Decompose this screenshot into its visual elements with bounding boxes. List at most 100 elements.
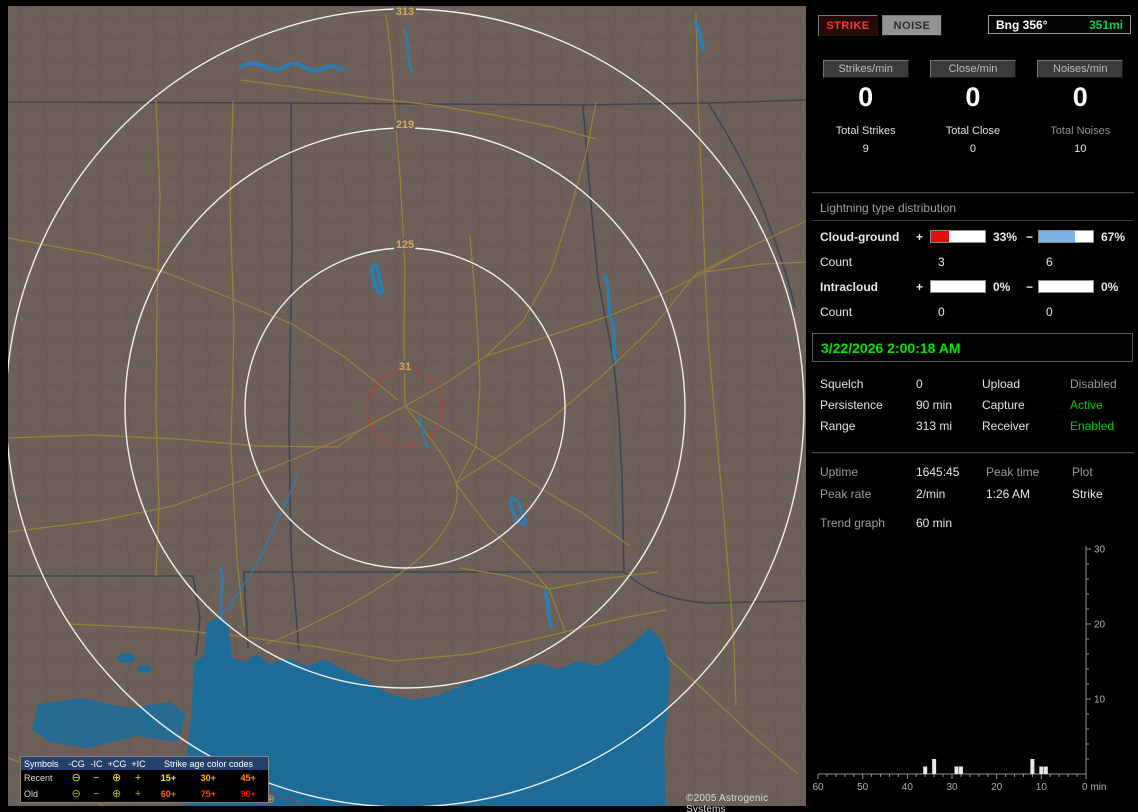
copyright-text: ©2005 Astrogenic Systems [686, 793, 769, 812]
distribution-title: Lightning type distribution [812, 201, 1134, 221]
receiver-label: Receiver [982, 418, 1030, 433]
strikes-column: Strikes/min 0 Total Strikes 9 [812, 60, 919, 155]
squelch-value: 0 [916, 376, 923, 391]
upload-label: Upload [982, 376, 1021, 391]
cloud-ground-label: Cloud-ground [820, 229, 900, 244]
persistence-value: 90 min [916, 397, 953, 412]
ic-minus-count: 0 [1046, 304, 1053, 319]
ring-label-125: 125 [396, 239, 414, 251]
trend-graph-label: Trend graph [820, 516, 885, 530]
lightning-map[interactable]: 313 219 125 31 ⊕ Symbols -CG -IC +CG +IC… [8, 6, 806, 812]
close-per-min-value: 0 [965, 82, 981, 112]
intracloud-label: Intracloud [820, 279, 879, 294]
legend-header: Symbols -CG -IC +CG +IC Strike age color… [21, 757, 268, 770]
nexstorm-window: 313 219 125 31 ⊕ Symbols -CG -IC +CG +IC… [0, 0, 1138, 812]
svg-text:20: 20 [991, 782, 1003, 793]
ic-plus-count: 0 [938, 304, 945, 319]
legend-old-label: Old [24, 789, 39, 799]
age-45: 45+ [240, 773, 256, 783]
minus-ic-icon: − [92, 788, 100, 800]
total-strikes-label: Total Strikes [835, 125, 896, 137]
peak-rate-value: 2/min [916, 487, 946, 501]
total-noises-label: Total Noises [1050, 125, 1111, 137]
ic-count-label: Count [820, 304, 853, 319]
svg-text:60: 60 [812, 782, 824, 793]
total-noises-value: 10 [1074, 143, 1087, 155]
cg-plus-percent: 33% [993, 229, 1018, 244]
noises-per-min-value: 0 [1072, 82, 1088, 112]
age-15: 15+ [160, 773, 177, 783]
minus-cg-icon: ⊖ [71, 772, 81, 784]
bearing-distance: 351mi [1088, 17, 1123, 32]
svg-text:10: 10 [1094, 695, 1106, 706]
total-close-value: 0 [969, 143, 976, 155]
persistence-label: Persistence [820, 397, 883, 412]
peak-time-label: Peak time [986, 465, 1040, 479]
trend-chart-svg: 60 50 40 30 20 10 0 min 10 20 30 [812, 545, 1106, 794]
uptime-value: 1645:45 [916, 465, 960, 479]
plus-ic-icon: + [134, 788, 142, 800]
cg-plus-count: 3 [938, 254, 945, 269]
ring-label-31: 31 [399, 361, 411, 373]
legend-row-old: Old ⊖ − ⊕ + 60+ 75+ 90+ [21, 786, 268, 802]
range-label: Range [820, 418, 856, 433]
datetime-display: 3/22/2026 2:00:18 AM [812, 333, 1133, 362]
capture-status: Active [1070, 397, 1103, 412]
svg-text:20: 20 [1094, 620, 1106, 631]
noises-column: Noises/min 0 Total Noises 10 [1027, 60, 1134, 155]
total-strikes-value: 9 [862, 143, 869, 155]
age-30: 30+ [200, 773, 216, 783]
receiver-status: Enabled [1070, 418, 1115, 433]
strikes-per-min-value: 0 [858, 82, 874, 112]
legend-col-nic: -IC [90, 758, 103, 769]
ic-plus-bar [930, 280, 986, 293]
lightning-type-distribution: Cloud-ground + 33% − 67% Count 3 6 Intra… [812, 224, 1138, 324]
legend-recent-label: Recent [24, 773, 53, 783]
cg-plus-bar [930, 230, 986, 243]
trend-graph-header: Trend graph 60 min [812, 516, 1138, 530]
plus-ic-icon: + [134, 772, 142, 784]
noises-per-min-label[interactable]: Noises/min [1037, 60, 1124, 78]
bearing-display: Bng 356° 351mi [988, 15, 1131, 34]
svg-text:50: 50 [857, 782, 869, 793]
plus-cg-icon: ⊕ [112, 772, 122, 784]
divider [812, 192, 1134, 194]
legend-age-title: Strike age color codes [163, 758, 254, 769]
svg-text:40: 40 [902, 782, 914, 793]
plot-value: Strike [1072, 487, 1103, 501]
svg-text:30: 30 [1094, 545, 1106, 556]
age-90: 90+ [240, 789, 256, 799]
map-canvas: 313 219 125 31 ⊕ [8, 6, 806, 806]
ring-label-313: 313 [396, 6, 414, 18]
strike-indicator-button[interactable]: STRIKE [818, 15, 878, 36]
upload-status: Disabled [1070, 376, 1117, 391]
legend-row-recent: Recent ⊖ − ⊕ + 15+ 30+ 45+ [21, 770, 268, 786]
strikes-per-min-label[interactable]: Strikes/min [822, 60, 909, 78]
cg-count-label: Count [820, 254, 853, 269]
trend-graph-window: 60 min [916, 516, 953, 530]
bearing-label: Bng 356° [996, 17, 1048, 32]
cg-minus-percent: 67% [1101, 229, 1126, 244]
uptime-label: Uptime [820, 465, 859, 479]
plus-sign: + [916, 279, 924, 294]
total-close-label: Total Close [945, 125, 1001, 137]
plot-label: Plot [1072, 465, 1093, 479]
legend-col-ncg: -CG [68, 758, 85, 769]
range-value: 313 mi [916, 418, 953, 433]
cg-minus-count: 6 [1046, 254, 1053, 269]
peak-time-value: 1:26 AM [986, 487, 1031, 501]
svg-text:10: 10 [1036, 782, 1048, 793]
settings-grid: Squelch 0 Upload Disabled Persistence 90… [812, 373, 1138, 436]
age-60: 60+ [160, 789, 177, 799]
noise-indicator-button[interactable]: NOISE [882, 15, 942, 36]
divider [812, 452, 1134, 454]
minus-sign: − [1026, 279, 1034, 294]
capture-label: Capture [982, 397, 1025, 412]
legend-col-pic: +IC [131, 758, 146, 769]
minus-cg-icon: ⊖ [71, 788, 81, 800]
minus-sign: − [1026, 229, 1034, 244]
symbols-legend: Symbols -CG -IC +CG +IC Strike age color… [20, 756, 269, 803]
close-column: Close/min 0 Total Close 0 [919, 60, 1026, 155]
ic-minus-percent: 0% [1101, 279, 1119, 294]
close-per-min-label[interactable]: Close/min [929, 60, 1016, 78]
